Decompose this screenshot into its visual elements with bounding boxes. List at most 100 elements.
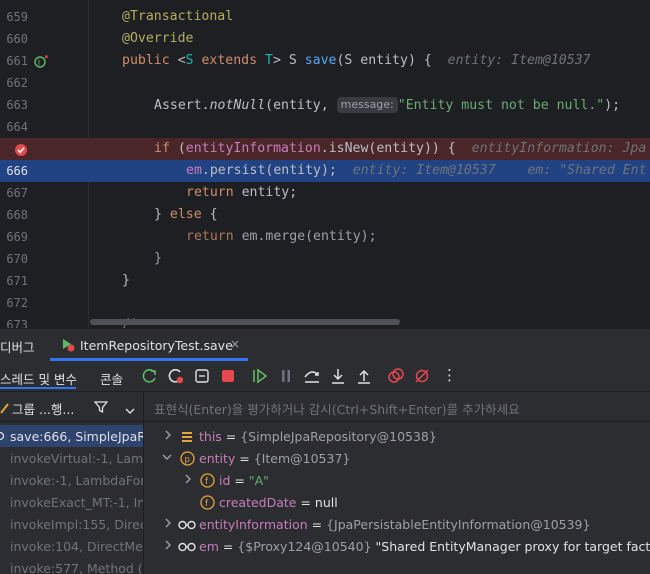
variable-row-id[interactable]: f id = "A" xyxy=(144,470,650,492)
code-line-663[interactable]: 663 Assert.notNull(entity, message: "Enti… xyxy=(0,94,650,116)
variable-name: createdDate xyxy=(219,495,297,510)
line-number: 662 xyxy=(6,76,28,90)
code-line-665-breakpoint[interactable]: if (entityInformation.isNew(entity)) { e… xyxy=(0,138,650,160)
code-line-669[interactable]: 669 return em.merge(entity); xyxy=(0,226,650,248)
frame-label: invokeImpl:155, Direct xyxy=(10,517,143,532)
variable-row-entity[interactable]: p entity = {Item@10537} xyxy=(144,448,650,470)
stack-frame-active[interactable]: save:666, SimpleJpaR xyxy=(0,425,143,447)
stack-frame[interactable]: invoke:104, DirectMet xyxy=(0,535,143,557)
equals-sign: = xyxy=(218,539,238,554)
line-number: 663 xyxy=(6,98,28,112)
variable-name: entity xyxy=(199,451,236,466)
chevron-down-icon[interactable] xyxy=(162,452,172,465)
variable-name: this xyxy=(199,429,222,444)
thread-group-label[interactable]: 그룹 ...행... xyxy=(12,399,74,418)
rerun-failed-icon[interactable] xyxy=(166,366,186,386)
line-number: 667 xyxy=(6,186,28,200)
tab-console[interactable]: 콘솔 xyxy=(100,369,123,388)
variable-value: {Item@10537} xyxy=(253,451,351,466)
step-into-icon[interactable] xyxy=(328,366,348,386)
debug-toolbar: 스레드 및 변수 콘솔 ⋮ xyxy=(0,361,650,392)
svg-text:I: I xyxy=(38,59,40,68)
field-icon: f xyxy=(200,473,215,488)
svg-text:f: f xyxy=(205,499,209,509)
line-number: 661 xyxy=(6,54,28,68)
persist-statement: em.persist(entity); entity: Item@10537 e… xyxy=(186,163,647,178)
variable-value: {SimpleJpaRepository@10538} xyxy=(240,429,437,444)
view-breakpoints-icon[interactable] xyxy=(386,366,406,386)
code-line-662[interactable]: 662 xyxy=(0,72,650,94)
more-options-icon[interactable]: ⋮ xyxy=(442,366,457,384)
frame-label: invokeVirtual:-1, Lamb xyxy=(10,451,143,466)
closing-brace: } xyxy=(154,251,162,266)
equals-sign: = xyxy=(296,495,315,510)
field-list-icon xyxy=(180,430,194,444)
evaluate-expression-field[interactable]: 표현식(Enter)을 평가하거나 감시(Ctrl+Shift+Enter)를 … xyxy=(144,392,650,422)
variables-pane: 표현식(Enter)을 평가하거나 감시(Ctrl+Shift+Enter)를 … xyxy=(144,392,650,574)
line-number: 671 xyxy=(6,274,28,288)
close-icon[interactable]: × xyxy=(230,337,240,351)
stop-icon[interactable] xyxy=(218,366,238,386)
watch-glasses-icon xyxy=(178,519,196,531)
chevron-right-icon[interactable] xyxy=(164,540,172,553)
frames-pane: 그룹 ...행... save:666, SimpleJpaR invokeVi… xyxy=(0,392,143,574)
code-line-668[interactable]: 668 } else { xyxy=(0,204,650,226)
variable-row-entity-information[interactable]: entityInformation = {JpaPersistableEntit… xyxy=(144,514,650,536)
code-line-671[interactable]: 671 } xyxy=(0,270,650,292)
pause-icon[interactable] xyxy=(276,366,296,386)
stack-frame[interactable]: invokeImpl:155, Direct xyxy=(0,513,143,535)
variable-row-created-date[interactable]: f createdDate = null xyxy=(144,492,650,514)
step-out-icon[interactable] xyxy=(354,366,374,386)
code-line-659[interactable]: 659 @Transactional xyxy=(0,6,650,28)
stack-frame[interactable]: invoke:577, Method (j xyxy=(0,557,143,574)
code-editor[interactable]: 659 @Transactional 660 @Override 661 I p… xyxy=(0,0,650,328)
implements-method-icon[interactable]: I xyxy=(34,54,48,68)
code-line-660[interactable]: 660 @Override xyxy=(0,28,650,50)
stack-frame[interactable]: invokeVirtual:-1, Lamb xyxy=(0,447,143,469)
chevron-right-icon[interactable] xyxy=(164,430,172,443)
variable-row-em[interactable]: em = {$Proxy124@10540} "Shared EntityMan… xyxy=(144,536,650,558)
code-line-666-current[interactable]: 666 em.persist(entity); entity: Item@105… xyxy=(0,160,650,182)
inline-value-hint: em: "Shared Ent xyxy=(527,163,647,178)
line-number: 672 xyxy=(6,296,28,310)
mute-breakpoints-icon[interactable] xyxy=(412,366,432,386)
chevron-right-icon[interactable] xyxy=(184,474,192,487)
frames-header: 그룹 ...행... xyxy=(0,392,143,422)
equals-sign: = xyxy=(235,451,254,466)
code-line-667[interactable]: 667 return entity; xyxy=(0,182,650,204)
variable-value: {$Proxy124@10540} xyxy=(237,539,372,554)
chevron-right-icon[interactable] xyxy=(164,518,172,531)
line-number: 670 xyxy=(6,252,28,266)
else-statement: } else { xyxy=(154,207,218,222)
line-number: 669 xyxy=(6,230,28,244)
filter-icon[interactable] xyxy=(93,399,109,414)
merge-statement: return em.merge(entity); xyxy=(186,229,377,244)
debug-tab-bar: 디버그 ItemRepositoryTest.save × xyxy=(0,328,650,361)
horizontal-scrollbar[interactable] xyxy=(90,319,400,325)
tab-threads-variables[interactable]: 스레드 및 변수 xyxy=(0,369,77,388)
restore-layout-icon[interactable] xyxy=(192,366,212,386)
frame-label: save:666, SimpleJpaR xyxy=(10,429,143,444)
chevron-down-icon[interactable] xyxy=(124,401,136,414)
code-line-664[interactable]: 664 xyxy=(0,116,650,138)
stack-frame[interactable]: invokeExact_MT:-1, In xyxy=(0,491,143,513)
code-line-672[interactable]: 672 xyxy=(0,292,650,314)
tab-item-repository-test-save[interactable]: ItemRepositoryTest.save × xyxy=(50,329,250,361)
line-number: 666 xyxy=(6,164,28,178)
stack-frame[interactable]: invoke:-1, LambdaFor xyxy=(0,469,143,491)
rerun-icon[interactable] xyxy=(140,366,160,386)
code-line-661[interactable]: 661 I public <S extends T> S save(S enti… xyxy=(0,50,650,72)
assert-statement: Assert.notNull(entity, message: "Entity m… xyxy=(154,97,621,113)
equals-sign: = xyxy=(307,517,327,532)
frame-label: invoke:-1, LambdaFor xyxy=(10,473,143,488)
variable-row-this[interactable]: this = {SimpleJpaRepository@10538} xyxy=(144,426,650,448)
method-signature: public <S extends T> S save(S entity) { … xyxy=(122,53,591,68)
resume-icon[interactable] xyxy=(250,366,270,386)
variable-value-description: "Shared EntityManager proxy for target f… xyxy=(371,539,650,554)
breakpoint-icon[interactable] xyxy=(14,142,28,156)
field-icon: f xyxy=(200,495,215,510)
if-statement: if (entityInformation.isNew(entity)) { e… xyxy=(154,141,647,156)
code-line-670[interactable]: 670 } xyxy=(0,248,650,270)
step-over-icon[interactable] xyxy=(302,366,322,386)
line-number: 673 xyxy=(6,318,28,328)
